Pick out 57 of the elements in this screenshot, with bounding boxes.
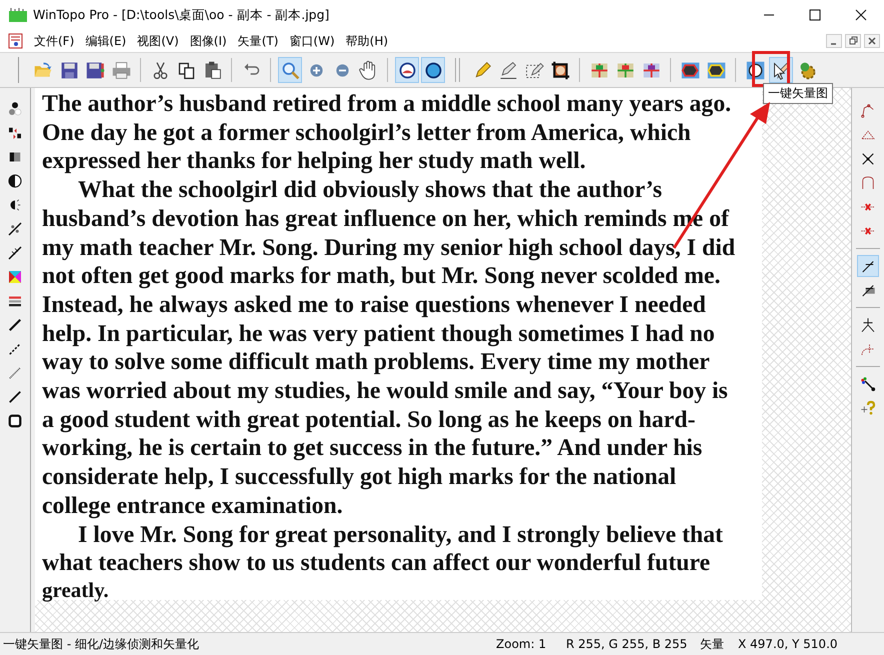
text-line: The author’s husband retired from a middle school many years ago.: [42, 90, 732, 119]
close-button[interactable]: [864, 34, 880, 48]
text-line: not often get good marks for math, but Mr. Song never scolded me.: [42, 262, 720, 291]
crop-icon: [550, 60, 570, 80]
menu-item[interactable]: 编辑(E): [81, 32, 134, 50]
printer-icon: [110, 60, 132, 80]
line-icon: [6, 244, 24, 262]
cursor-position: X 497.0, Y 510.0: [737, 637, 838, 651]
junction-icon: [859, 316, 877, 334]
save-icon: [58, 60, 80, 80]
text-line: way to solve some difficult math problems. Every time my mother: [42, 348, 710, 378]
minimize-button[interactable]: [826, 34, 842, 48]
color-icon: [6, 268, 24, 286]
text-line: expressed her thanks for helping her study math well.: [42, 147, 586, 176]
menu-item[interactable]: 文件(F): [30, 32, 82, 50]
text-line: greatly.: [42, 578, 109, 603]
text-line: Instead, he always asked me to raise questions whenever I needed: [42, 290, 706, 320]
text-line: I love Mr. Song for great personality, and I strongly believe that: [77, 520, 723, 550]
dots-icon: [6, 100, 24, 118]
document-icon: [8, 33, 24, 49]
menu-item[interactable]: 窗口(W): [285, 32, 342, 50]
zoom-level: Zoom: 1: [496, 637, 548, 651]
text-line: help. In particular, he was very patient though sometimes I had no: [42, 320, 715, 348]
circle-icon: [422, 60, 444, 80]
menu-item[interactable]: 帮助(H): [342, 32, 396, 50]
app-icon: [8, 7, 28, 23]
text-line: was worried about my studies, he would smile and say, “Your boy is: [42, 377, 728, 406]
menu-item[interactable]: 图像(I): [186, 32, 234, 50]
window-title: WinTopo Pro - [D:\tools\桌面\oo - 副本 - 副本.jpg]: [33, 6, 330, 24]
line-icon: [6, 316, 24, 334]
text-line: What the schoolgirl did obviously shows that the author’s: [77, 176, 662, 205]
text-line: One day he got a former schoolgirl’s letter from America, which: [42, 118, 691, 148]
text-line: considerate help, I successfully got high marks for the national: [42, 463, 676, 492]
magnifier-icon: [280, 60, 300, 80]
help-icon: [859, 399, 877, 417]
contrast-icon: [6, 172, 24, 190]
text-line: a good student with great potential. So long as he keeps on hard-: [42, 406, 696, 434]
color-value: R 255, G 255, B 255: [565, 637, 688, 651]
square-icon: [6, 412, 24, 430]
text-line: my math teacher Mr. Song. During my senior high school days, I did: [42, 234, 736, 262]
pencil-icon: [498, 60, 518, 80]
picker-icon: [859, 375, 877, 393]
toolbar-button[interactable]: [421, 57, 445, 83]
circle-icon: [396, 60, 418, 80]
save-all-icon: [84, 60, 106, 80]
menu-item[interactable]: 视图(V): [133, 32, 186, 50]
restore-button[interactable]: [845, 34, 861, 48]
text-line: what teachers show to us students can affect our wonderful future: [42, 549, 710, 578]
status-message: 一键矢量图 - 细化/边缘侦测和矢量化: [2, 636, 200, 652]
mode-label: 矢量: [700, 636, 725, 652]
line-icon: [6, 220, 24, 238]
toolbar-button[interactable]: [395, 57, 419, 83]
menu-item[interactable]: 矢量(T): [234, 32, 286, 50]
tooltip: 一键矢量图: [763, 83, 833, 104]
text-line: working, he is certain to get success in the future.” And under his: [42, 434, 702, 464]
text-line: college entrance examination.: [42, 492, 343, 521]
tool-button[interactable]: [857, 255, 879, 277]
